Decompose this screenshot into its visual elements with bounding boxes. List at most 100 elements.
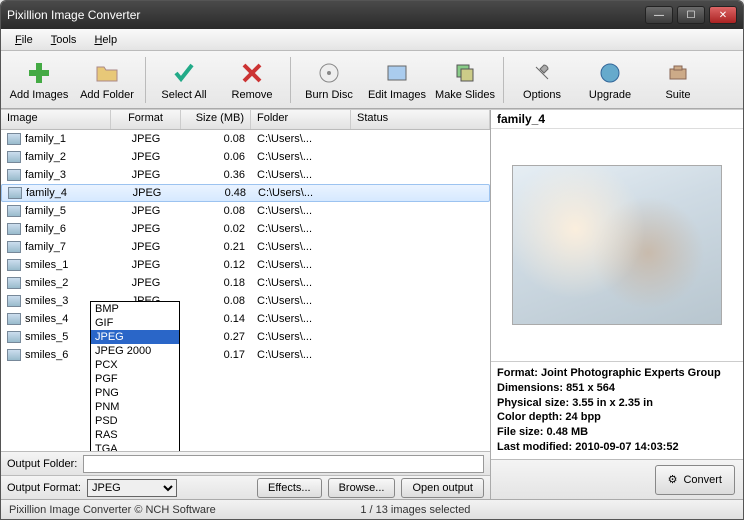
suite-icon xyxy=(664,59,692,87)
thumbnail-icon xyxy=(7,133,21,145)
upgrade-button[interactable]: Upgrade xyxy=(576,54,644,106)
thumbnail-icon xyxy=(7,151,21,163)
remove-button[interactable]: Remove xyxy=(218,54,286,106)
folder-icon xyxy=(93,59,121,87)
output-format-row: Output Format: JPEG Effects... Browse...… xyxy=(1,475,490,499)
dropdown-option[interactable]: PGF xyxy=(91,372,179,386)
statusbar: Pixillion Image Converter © NCH Software… xyxy=(1,499,743,519)
table-row[interactable]: smiles_40.14C:\Users\... xyxy=(1,310,490,328)
meta-format: Format: Joint Photographic Experts Group xyxy=(497,366,737,381)
table-row[interactable]: smiles_50.27C:\Users\... xyxy=(1,328,490,346)
convert-button[interactable]: ⚙ Convert xyxy=(655,465,735,495)
thumbnail-icon xyxy=(7,313,21,325)
titlebar: Pixillion Image Converter — ☐ ✕ xyxy=(1,1,743,29)
table-row[interactable]: smiles_3JPEG0.08C:\Users\... xyxy=(1,292,490,310)
plus-icon xyxy=(25,59,53,87)
options-button[interactable]: Options xyxy=(508,54,576,106)
dropdown-option[interactable]: RAS xyxy=(91,428,179,442)
thumbnail-icon xyxy=(7,331,21,343)
table-row[interactable]: family_6JPEG0.02C:\Users\... xyxy=(1,220,490,238)
image-icon xyxy=(383,59,411,87)
meta-filesize: File size: 0.48 MB xyxy=(497,425,737,440)
dropdown-option[interactable]: PNM xyxy=(91,400,179,414)
table-row[interactable]: family_1JPEG0.08C:\Users\... xyxy=(1,130,490,148)
toolbar: Add Images Add Folder Select All Remove … xyxy=(1,51,743,109)
open-output-button[interactable]: Open output xyxy=(401,478,484,498)
meta-dimensions: Dimensions: 851 x 564 xyxy=(497,381,737,396)
slides-icon xyxy=(451,59,479,87)
toolbar-separator xyxy=(503,57,504,103)
thumbnail-icon xyxy=(7,205,21,217)
preview-metadata: Format: Joint Photographic Experts Group… xyxy=(491,361,743,459)
dropdown-option[interactable]: GIF xyxy=(91,316,179,330)
list-body[interactable]: family_1JPEG0.08C:\Users\...family_2JPEG… xyxy=(1,130,490,451)
table-row[interactable]: smiles_2JPEG0.18C:\Users\... xyxy=(1,274,490,292)
dropdown-option[interactable]: BMP xyxy=(91,302,179,316)
preview-image-area xyxy=(491,129,743,361)
wrench-icon xyxy=(528,59,556,87)
thumbnail-icon xyxy=(7,241,21,253)
close-button[interactable]: ✕ xyxy=(709,6,737,24)
globe-icon xyxy=(596,59,624,87)
convert-row: ⚙ Convert xyxy=(491,459,743,499)
meta-physical: Physical size: 3.55 in x 2.35 in xyxy=(497,396,737,411)
window-title: Pixillion Image Converter xyxy=(7,8,641,22)
toolbar-separator xyxy=(290,57,291,103)
minimize-button[interactable]: — xyxy=(645,6,673,24)
thumbnail-icon xyxy=(7,277,21,289)
dropdown-option[interactable]: PSD xyxy=(91,414,179,428)
table-row[interactable]: family_2JPEG0.06C:\Users\... xyxy=(1,148,490,166)
burn-disc-button[interactable]: Burn Disc xyxy=(295,54,363,106)
output-folder-label: Output Folder: xyxy=(7,458,77,470)
file-list-panel: Image Format Size (MB) Folder Status fam… xyxy=(1,110,491,499)
browse-button[interactable]: Browse... xyxy=(328,478,396,498)
col-status[interactable]: Status xyxy=(351,110,490,129)
table-row[interactable]: smiles_1JPEG0.12C:\Users\... xyxy=(1,256,490,274)
add-images-button[interactable]: Add Images xyxy=(5,54,73,106)
menu-tools[interactable]: Tools xyxy=(43,32,85,48)
dropdown-option[interactable]: PNG xyxy=(91,386,179,400)
table-row[interactable]: family_5JPEG0.08C:\Users\... xyxy=(1,202,490,220)
thumbnail-icon xyxy=(7,169,21,181)
edit-images-button[interactable]: Edit Images xyxy=(363,54,431,106)
dropdown-option[interactable]: JPEG 2000 xyxy=(91,344,179,358)
output-format-select[interactable]: JPEG xyxy=(87,479,177,497)
col-size[interactable]: Size (MB) xyxy=(181,110,251,129)
check-icon xyxy=(170,59,198,87)
dropdown-option[interactable]: PCX xyxy=(91,358,179,372)
make-slides-button[interactable]: Make Slides xyxy=(431,54,499,106)
thumbnail-icon xyxy=(7,349,21,361)
meta-depth: Color depth: 24 bpp xyxy=(497,410,737,425)
table-row[interactable]: family_3JPEG0.36C:\Users\... xyxy=(1,166,490,184)
thumbnail-icon xyxy=(8,187,22,199)
col-format[interactable]: Format xyxy=(111,110,181,129)
convert-icon: ⚙ xyxy=(668,473,678,486)
col-image[interactable]: Image xyxy=(1,110,111,129)
output-folder-input[interactable] xyxy=(83,455,484,473)
table-row[interactable]: family_4JPEG0.48C:\Users\... xyxy=(1,184,490,202)
table-row[interactable]: smiles_60.17C:\Users\... xyxy=(1,346,490,364)
status-center: 1 / 13 images selected xyxy=(216,504,615,516)
remove-icon xyxy=(238,59,266,87)
thumbnail-icon xyxy=(7,223,21,235)
thumbnail-icon xyxy=(7,259,21,271)
format-dropdown[interactable]: BMPGIFJPEGJPEG 2000PCXPGFPNGPNMPSDRASTGA… xyxy=(90,301,180,451)
preview-filename: family_4 xyxy=(491,110,743,129)
table-row[interactable]: family_7JPEG0.21C:\Users\... xyxy=(1,238,490,256)
select-all-button[interactable]: Select All xyxy=(150,54,218,106)
thumbnail-icon xyxy=(7,295,21,307)
menu-file[interactable]: File xyxy=(7,32,41,48)
output-folder-row: Output Folder: xyxy=(1,451,490,475)
preview-panel: family_4 Format: Joint Photographic Expe… xyxy=(491,110,743,499)
menu-help[interactable]: Help xyxy=(86,32,125,48)
dropdown-option[interactable]: TGA xyxy=(91,442,179,451)
menubar: File Tools Help xyxy=(1,29,743,51)
effects-button[interactable]: Effects... xyxy=(257,478,322,498)
dropdown-option[interactable]: JPEG xyxy=(91,330,179,344)
maximize-button[interactable]: ☐ xyxy=(677,6,705,24)
add-folder-button[interactable]: Add Folder xyxy=(73,54,141,106)
col-folder[interactable]: Folder xyxy=(251,110,351,129)
status-left: Pixillion Image Converter © NCH Software xyxy=(9,504,216,516)
suite-button[interactable]: Suite xyxy=(644,54,712,106)
toolbar-separator xyxy=(145,57,146,103)
